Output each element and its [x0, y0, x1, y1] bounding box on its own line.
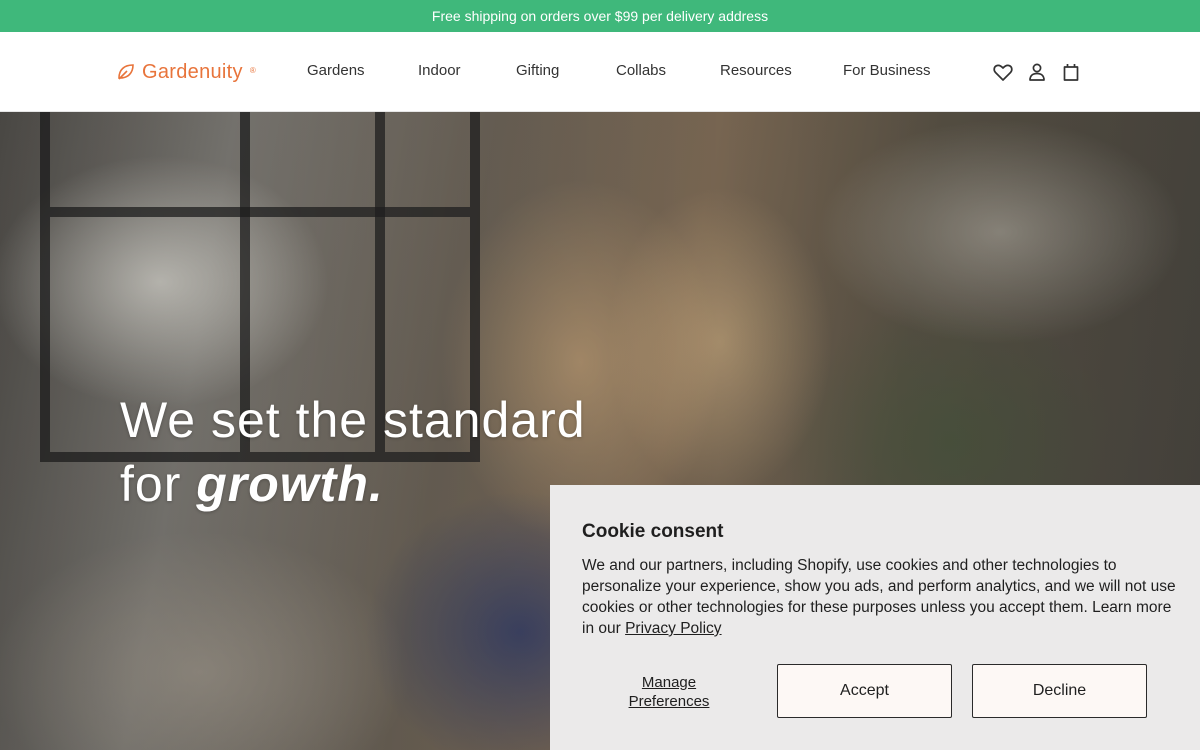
site-header: Gardenuity ® Gardens Indoor Gifting Colla…: [0, 32, 1200, 112]
nav-item-collabs[interactable]: Collabs: [616, 62, 666, 79]
hero-line-2-prefix: for: [120, 456, 197, 512]
nav-item-gardens[interactable]: Gardens: [307, 62, 365, 79]
cookie-body: We and our partners, including Shopify, …: [582, 555, 1182, 639]
manage-line-2: Preferences: [628, 693, 710, 710]
cookie-title: Cookie consent: [582, 521, 724, 542]
nav-item-gifting[interactable]: Gifting: [516, 62, 559, 79]
nav-item-indoor[interactable]: Indoor: [418, 62, 461, 79]
heart-icon[interactable]: [991, 60, 1015, 84]
hero-line-1: We set the standard: [120, 392, 586, 448]
registered-mark: ®: [249, 65, 257, 75]
nav-item-resources[interactable]: Resources: [720, 62, 792, 79]
hero-line-2: for growth.: [120, 452, 586, 516]
decline-button[interactable]: Decline: [972, 664, 1147, 718]
account-icon[interactable]: [1025, 60, 1049, 84]
manage-preferences-link[interactable]: Manage Preferences: [620, 673, 718, 711]
accept-button[interactable]: Accept: [777, 664, 952, 718]
privacy-policy-link[interactable]: Privacy Policy: [625, 620, 721, 637]
hero-headline: We set the standard for growth.: [120, 388, 586, 516]
cart-icon[interactable]: [1059, 60, 1083, 84]
announcement-bar: Free shipping on orders over $99 per del…: [0, 0, 1200, 32]
brand-name: Gardenuity: [142, 60, 243, 83]
hero-line-2-emphasis: growth.: [196, 456, 384, 512]
brand-logo[interactable]: Gardenuity ®: [116, 58, 256, 86]
cookie-consent-dialog: Cookie consent We and our partners, incl…: [550, 485, 1200, 750]
announcement-text: Free shipping on orders over $99 per del…: [431, 8, 769, 24]
nav-item-for-business[interactable]: For Business: [843, 62, 931, 79]
manage-line-1: Manage: [641, 674, 697, 691]
leaf-logo-icon: [118, 64, 134, 80]
